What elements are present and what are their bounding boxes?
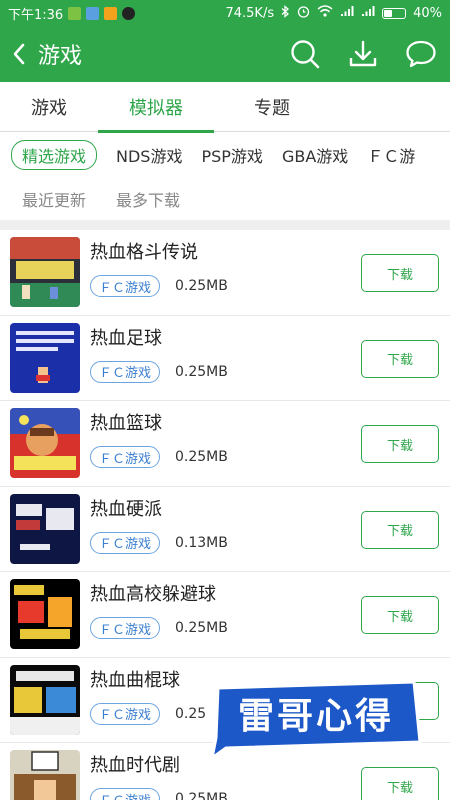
app-header: 游戏 [0,26,450,82]
status-bar: 下午1:36 74.5K/s 40% [0,0,450,26]
game-name: 热血格斗传说 [90,242,198,263]
file-size: 0.13MB [175,534,228,551]
file-size: 0.25MB [175,791,228,800]
category-fc[interactable]: ＦＣ游 [367,143,415,167]
game-thumbnail [10,237,80,307]
watermark-logo: 雷哥心得 [208,680,424,760]
tab-topics[interactable]: 专题 [214,82,330,132]
category-tag: ＦＣ游戏 [90,788,160,800]
game-thumbnail [10,664,80,735]
download-button[interactable]: 下载 [361,510,439,549]
list-item[interactable]: 热血高校躲避球 ＦＣ游戏 0.25MB 下载 [0,572,450,658]
game-thumbnail [10,579,80,649]
main-tabs: 游戏 模拟器 专题 [0,82,450,133]
signal-icon-1 [340,5,354,21]
notification-qq-icon [122,6,136,20]
game-thumbnail [10,493,80,564]
list-item[interactable]: 热血格斗传说 ＦＣ游戏 0.25MB 下载 [0,230,450,316]
search-button[interactable] [276,26,334,82]
category-tag: ＦＣ游戏 [90,360,160,383]
category-featured[interactable]: 精选游戏 [11,140,98,170]
file-size: 0.25 [175,705,207,722]
bluetooth-icon [281,4,290,22]
download-button[interactable]: 下载 [361,339,439,378]
svg-text:雷哥心得: 雷哥心得 [238,696,394,737]
category-tag: ＦＣ游戏 [90,702,160,725]
notification-image-icon [86,6,100,20]
category-tag: ＦＣ游戏 [90,617,160,639]
file-size: 0.25MB [175,363,228,380]
sort-recent[interactable]: 最近更新 [22,187,86,211]
game-name: 热血曲棍球 [90,669,180,691]
game-thumbnail [10,322,80,393]
battery-level: 40% [413,5,442,21]
category-psp[interactable]: PSP游戏 [201,143,262,167]
page-title: 游戏 [38,44,83,69]
category-gba[interactable]: GBA游戏 [282,143,348,167]
section-divider [0,220,450,230]
notification-store-icon [104,6,118,20]
chat-bubble-icon [406,40,436,68]
wifi-icon [317,5,333,21]
game-thumbnail [10,408,80,478]
tab-games[interactable]: 游戏 [0,82,98,132]
category-tag: ＦＣ游戏 [90,275,160,297]
download-button[interactable]: 下载 [361,425,439,463]
notification-app-icon [68,6,82,20]
game-thumbnail [10,750,80,800]
category-nds[interactable]: NDS游戏 [116,143,182,167]
game-name: 热血硬派 [90,498,162,520]
search-icon [291,40,320,69]
list-item[interactable]: 热血硬派 ＦＣ游戏 0.13MB 下载 [0,487,450,572]
battery-icon [382,7,407,19]
alarm-icon [297,5,310,22]
sort-row: 最近更新 最多下载 [0,178,450,220]
status-time: 下午1:36 [8,7,64,23]
download-button[interactable]: 下载 [361,767,439,800]
sort-most-downloaded[interactable]: 最多下载 [116,187,180,211]
game-name: 热血足球 [90,327,162,349]
list-item[interactable]: 热血篮球 ＦＣ游戏 0.25MB 下载 [0,401,450,487]
back-arrow-icon [13,43,25,65]
game-name: 热血时代剧 [90,755,180,776]
tab-emulator[interactable]: 模拟器 [98,82,214,133]
list-item[interactable]: 热血足球 ＦＣ游戏 0.25MB 下载 [0,316,450,401]
file-size: 0.25MB [175,449,228,465]
download-button[interactable]: 下载 [361,596,439,634]
category-tag: ＦＣ游戏 [90,531,160,554]
network-speed: 74.5K/s [225,5,275,21]
file-size: 0.25MB [175,278,228,294]
back-button[interactable] [0,26,38,82]
signal-icon-2 [361,5,375,21]
download-icon [349,40,377,67]
message-button[interactable] [392,26,450,82]
category-tag: ＦＣ游戏 [90,446,160,468]
game-name: 热血篮球 [90,413,162,434]
file-size: 0.25MB [175,620,228,636]
download-button[interactable]: 下载 [361,254,439,292]
download-manager-button[interactable] [334,26,392,82]
game-name: 热血高校躲避球 [90,584,216,605]
category-filter-row: 精选游戏 NDS游戏 PSP游戏 GBA游戏 ＦＣ游 [0,132,450,178]
